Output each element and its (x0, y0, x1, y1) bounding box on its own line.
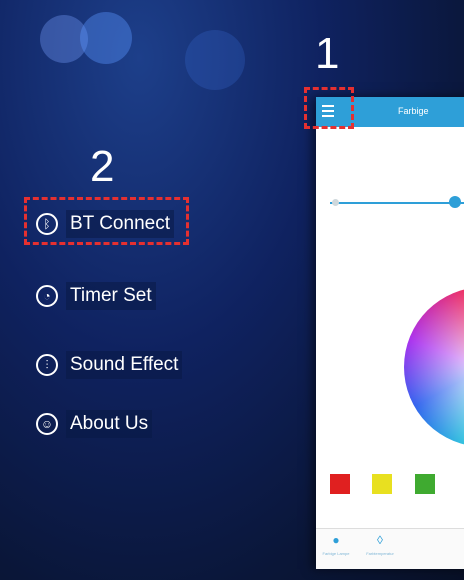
step-number-1: 1 (315, 29, 340, 78)
color-wheel[interactable] (404, 287, 464, 447)
tab-color-temperature[interactable]: ◊ Farbtemperatur (360, 533, 400, 556)
app-title: Farbige (398, 106, 429, 116)
menu-item-label: Timer Set (66, 282, 156, 310)
highlight-box-bt-connect (24, 197, 189, 245)
tab-label: Farbtemperatur (366, 551, 394, 556)
brightness-slider[interactable] (330, 202, 464, 204)
clock-icon: ◔ (36, 285, 58, 307)
highlight-box-hamburger (304, 87, 354, 129)
menu-item-about-us[interactable]: ☺ About Us (36, 410, 153, 438)
step-number-2: 2 (90, 142, 115, 191)
menu-item-timer-set[interactable]: ◔ Timer Set (36, 282, 156, 310)
menu-item-label: About Us (66, 410, 153, 438)
equalizer-icon: ⫶ (36, 354, 58, 376)
tab-color-lamp[interactable]: ● Farbige Lampe (316, 533, 356, 556)
tab-label: Farbige Lampe (322, 551, 350, 556)
color-swatch-yellow[interactable] (372, 474, 392, 494)
menu-item-sound-effect[interactable]: ⫶ Sound Effect (36, 351, 183, 379)
bulb-icon: ● (332, 533, 340, 547)
menu-item-label: Sound Effect (66, 351, 183, 379)
app-screen: Farbige ● Farbige Lampe ◊ Farbtemperatur (316, 97, 464, 569)
bottom-nav: ● Farbige Lampe ◊ Farbtemperatur (316, 528, 464, 569)
bokeh-light (185, 30, 245, 90)
user-icon: ☺ (36, 413, 58, 435)
bokeh-light (80, 12, 132, 64)
brightness-min-icon (332, 199, 339, 206)
color-swatch-green[interactable] (415, 474, 435, 494)
temperature-icon: ◊ (377, 533, 383, 547)
slider-handle[interactable] (449, 196, 461, 208)
color-swatch-red[interactable] (330, 474, 350, 494)
